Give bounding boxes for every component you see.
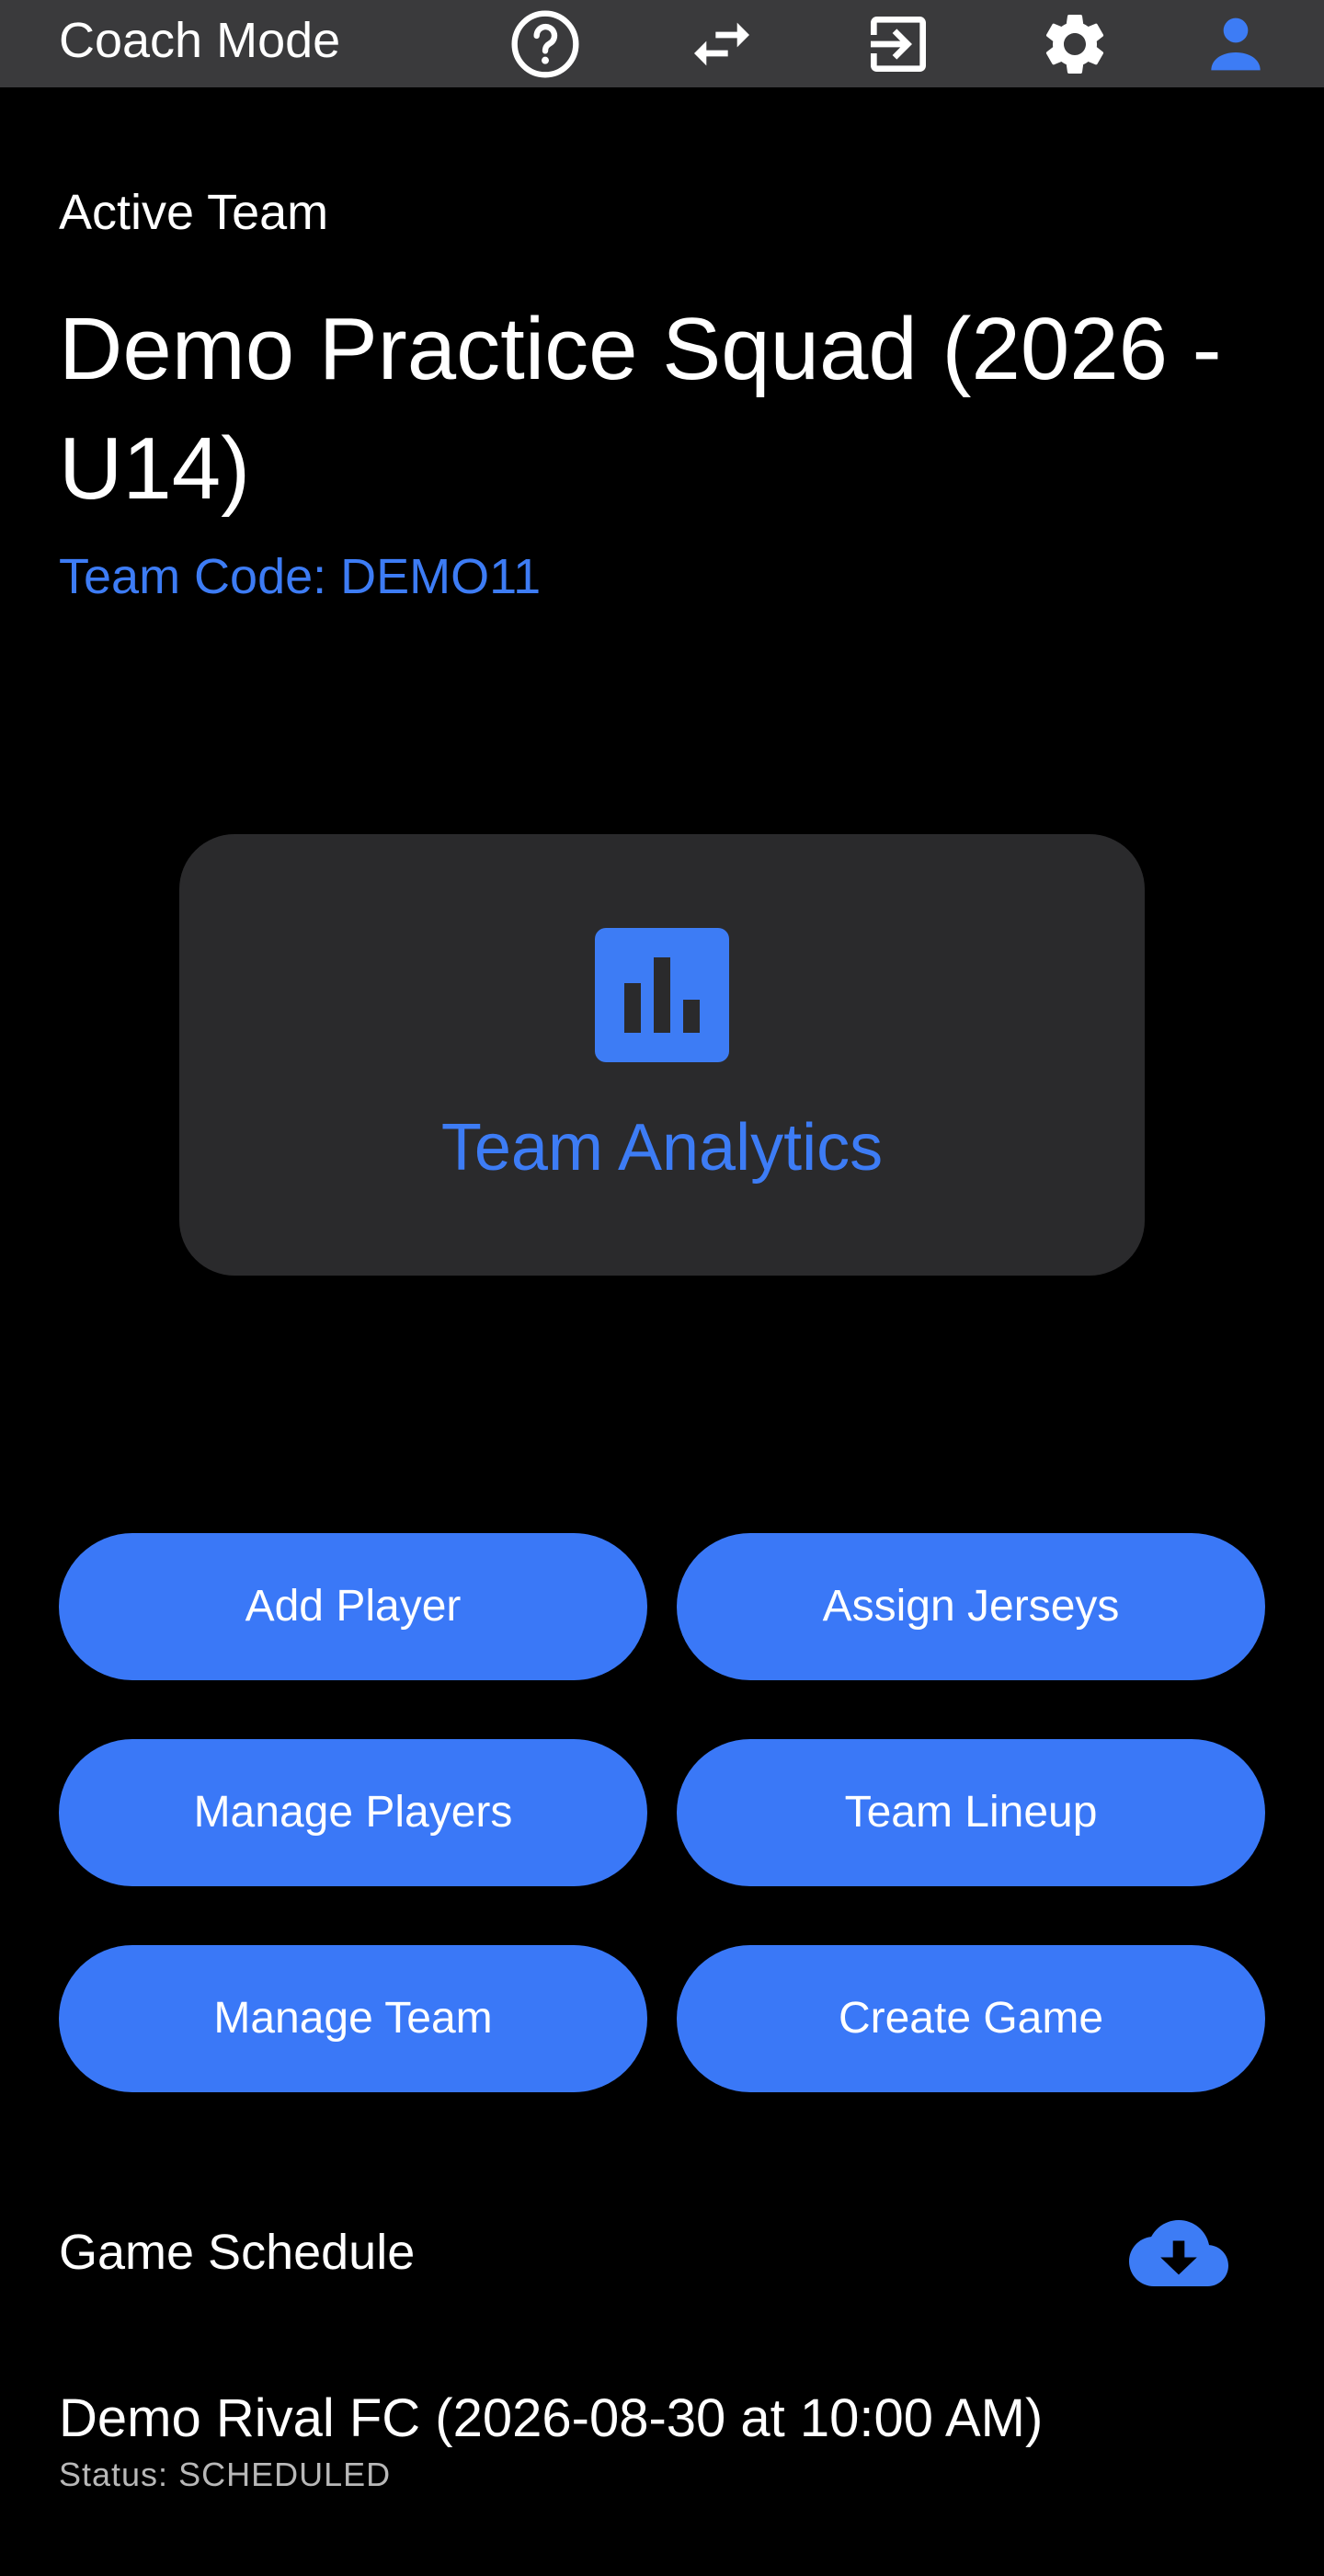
settings-gear-icon[interactable]	[1038, 7, 1112, 81]
top-app-bar: Coach Mode	[0, 0, 1324, 87]
help-circle-icon[interactable]	[508, 7, 582, 81]
create-game-button[interactable]: Create Game	[677, 1945, 1265, 2092]
team-code: Team Code: DEMO11	[59, 549, 542, 604]
manage-team-button[interactable]: Manage Team	[59, 1945, 647, 2092]
team-name: Demo Practice Squad (2026 - U14)	[59, 300, 1222, 518]
game-schedule-title: Game Schedule	[59, 2225, 416, 2280]
game-title: Demo Rival FC (2026-08-30 at 10:00 AM)	[59, 2388, 1044, 2448]
game-status: Status: SCHEDULED	[59, 2456, 392, 2493]
team-lineup-button[interactable]: Team Lineup	[677, 1739, 1265, 1886]
add-player-button[interactable]: Add Player	[59, 1533, 647, 1680]
bar-chart-icon	[595, 928, 729, 1062]
manage-players-button[interactable]: Manage Players	[59, 1739, 647, 1886]
app-title: Coach Mode	[59, 13, 341, 68]
cloud-download-icon[interactable]	[1129, 2216, 1228, 2290]
assign-jerseys-button[interactable]: Assign Jerseys	[677, 1533, 1265, 1680]
exit-icon[interactable]	[862, 7, 935, 81]
team-analytics-label: Team Analytics	[440, 1111, 884, 1185]
team-analytics-card[interactable]: Team Analytics	[179, 834, 1145, 1276]
active-team-label: Active Team	[59, 185, 329, 240]
account-icon[interactable]	[1199, 7, 1273, 81]
swap-icon[interactable]	[685, 7, 759, 81]
